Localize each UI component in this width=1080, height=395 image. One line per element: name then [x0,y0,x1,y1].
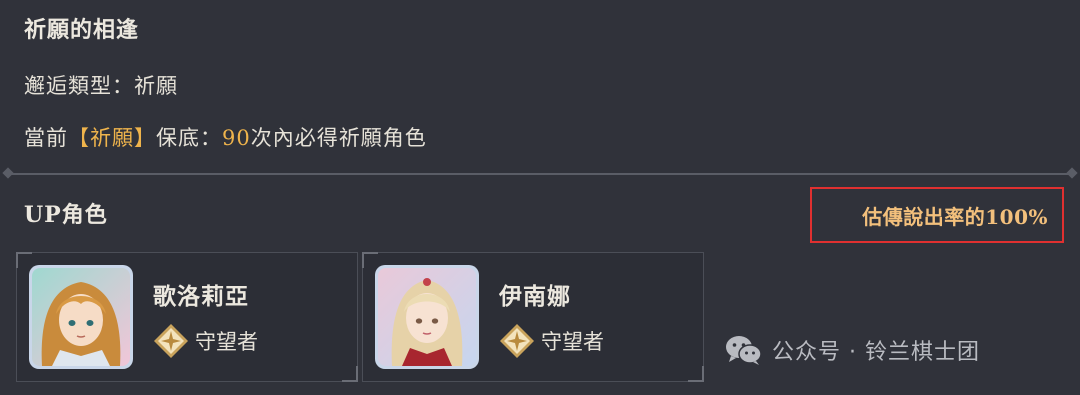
pity-guarantee-row: 當前【祈願】保底：90次內必得祈願角色 [24,122,427,152]
legendary-rate-label: 估傳說出率的100% [862,205,1048,229]
watermark: 公众号 · 铃兰棋士团 [724,334,980,366]
encounter-type-value: 祈願 [134,74,178,98]
watermark-text: 公众号 · 铃兰棋士团 [772,340,980,365]
character-portrait [29,265,133,369]
character-role: 守望者 [153,323,258,359]
pity-prefix: 當前 [24,126,68,150]
pity-mid: 保底： [156,126,222,150]
pity-suffix: 次內必得祈願角色 [250,126,427,150]
portrait-gloria-icon [32,268,130,366]
character-name: 伊南娜 [499,283,571,310]
character-card-inanna[interactable]: 伊南娜 守望者 [362,252,704,382]
character-role-label: 守望者 [541,330,604,354]
wechat-icon [726,336,762,365]
character-role: 守望者 [499,323,604,359]
rate-highlight-box: 估傳說出率的100% [810,187,1064,243]
pity-tag: 【祈願】 [68,126,156,150]
pity-count: 90 [222,126,251,150]
up-characters-title: UP角色 [24,202,108,228]
character-role-label: 守望者 [195,330,258,354]
page-title: 祈願的相逢 [24,17,140,43]
encounter-type-label: 邂逅類型： [24,74,134,98]
character-name: 歌洛莉亞 [153,283,249,310]
encounter-type-row: 邂逅類型：祈願 [24,70,178,100]
portrait-inanna-icon [378,268,476,366]
divider-left-cap [2,167,14,179]
divider-right-cap [1066,167,1078,179]
star-badge-icon [154,324,188,358]
character-portrait [375,265,479,369]
section-divider [2,167,1078,179]
star-badge-icon [500,324,534,358]
character-card-gloria[interactable]: 歌洛莉亞 守望者 [16,252,358,382]
